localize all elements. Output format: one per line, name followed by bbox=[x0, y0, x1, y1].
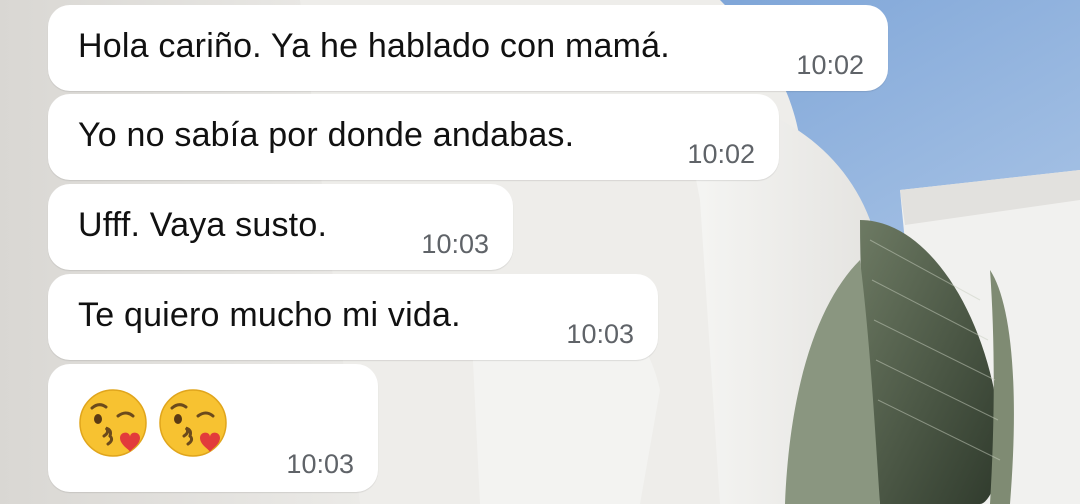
message-text: Ufff. Vaya susto. bbox=[78, 206, 328, 244]
kissing-face-emoji-icon bbox=[79, 389, 147, 457]
message-text: Yo no sabía por donde andabas. bbox=[78, 116, 575, 154]
kissing-face-emoji-icon bbox=[159, 389, 227, 457]
message-text: Hola cariño. Ya he hablado con mamá. bbox=[78, 27, 670, 65]
message-list: Hola cariño. Ya he hablado con mamá. 10:… bbox=[0, 0, 1080, 504]
message-bubble[interactable]: Hola cariño. Ya he hablado con mamá. 10:… bbox=[48, 5, 888, 91]
message-text: Te quiero mucho mi vida. bbox=[78, 296, 461, 334]
message-bubble[interactable]: Yo no sabía por donde andabas. 10:02 bbox=[48, 94, 779, 180]
emoji-row bbox=[76, 386, 230, 460]
emoji-message-bubble[interactable]: 10:03 bbox=[48, 364, 378, 492]
message-timestamp: 10:02 bbox=[687, 139, 755, 169]
message-timestamp: 10:02 bbox=[796, 50, 864, 80]
message-timestamp: 10:03 bbox=[566, 319, 634, 349]
message-timestamp: 10:03 bbox=[421, 229, 489, 259]
message-bubble[interactable]: Te quiero mucho mi vida. 10:03 bbox=[48, 274, 658, 360]
message-bubble[interactable]: Ufff. Vaya susto. 10:03 bbox=[48, 184, 513, 270]
message-timestamp: 10:03 bbox=[286, 449, 354, 479]
